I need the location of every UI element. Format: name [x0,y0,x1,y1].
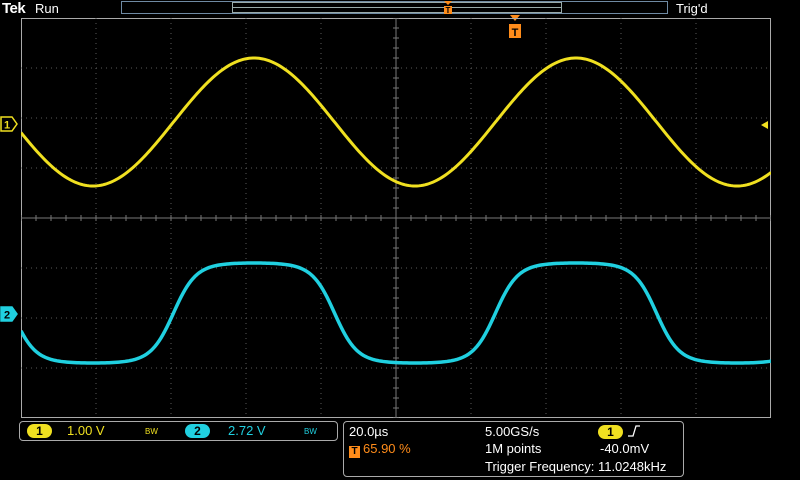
trigger-source-badge: 1 [598,425,623,439]
channel-2-ground-marker[interactable]: 2 [0,306,18,322]
acquisition-state: Run [35,1,59,16]
record-length[interactable]: 1M points [485,441,541,456]
sample-rate: 5.00GS/s [485,424,540,439]
channel-1-badge[interactable]: 1 [27,424,52,438]
trigger-source[interactable]: 1 [598,424,641,439]
channel-scale-panel[interactable]: 1 1.00 V BW 2 2.72 V BW [19,421,338,441]
svg-text:T: T [446,6,451,14]
record-trigger-icon: T [444,1,452,14]
channel-2-bandwidth-icon: BW [304,427,317,436]
trigger-level-marker[interactable] [760,120,770,130]
svg-text:2: 2 [4,310,10,322]
trigger-position[interactable]: T 65.90 % [349,441,411,458]
record-overview-trace [233,7,561,8]
channel-2-scale[interactable]: 2.72 V [228,423,266,438]
rising-edge-icon [627,425,640,437]
horizontal-trigger-panel[interactable]: 20.0µs T 65.90 % 5.00GS/s 1M points 1 -40… [343,421,684,477]
svg-text:1: 1 [4,120,10,132]
trigger-level[interactable]: -40.0mV [600,441,649,456]
channel-1-ground-marker[interactable]: 1 [0,116,18,132]
channel-1-scale[interactable]: 1.00 V [67,423,105,438]
trigger-frequency: Trigger Frequency: 11.0248kHz [485,459,667,474]
waveform-display[interactable] [21,18,771,418]
trigger-t-icon: T [349,446,360,458]
channel-1-bandwidth-icon: BW [145,427,158,436]
tek-logo: Tek [2,0,26,17]
time-per-div[interactable]: 20.0µs [349,424,388,439]
channel-2-badge[interactable]: 2 [185,424,210,438]
trigger-status: Trig'd [676,1,708,16]
